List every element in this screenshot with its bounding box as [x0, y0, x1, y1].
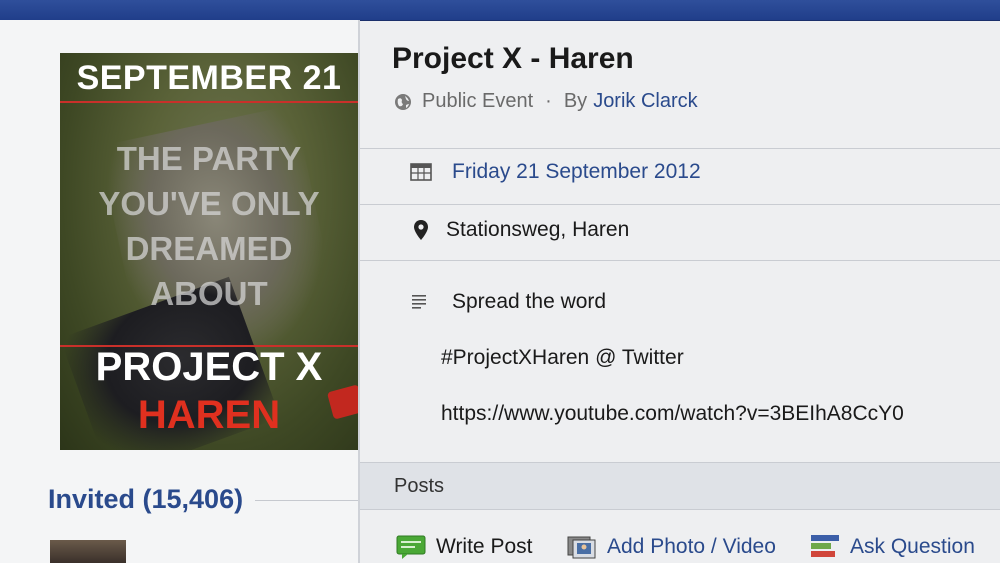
posts-header: Posts — [394, 475, 445, 497]
top-nav-bar — [0, 0, 1000, 21]
divider-2 — [360, 204, 1000, 205]
write-post-label: Write Post — [436, 535, 533, 558]
globe-icon — [395, 93, 411, 110]
event-location-row: Stationsweg, Haren — [410, 218, 629, 242]
poster-tagline-line-2: YOU'VE ONLY — [98, 185, 320, 222]
poster-subtitle: HAREN — [137, 393, 281, 437]
event-date-link[interactable]: Friday 21 September 2012 — [452, 160, 701, 184]
invitee-avatar[interactable] — [50, 540, 126, 563]
description-line-1: Spread the word — [452, 290, 607, 313]
poster-rule-top — [60, 101, 358, 103]
calendar-icon — [410, 163, 432, 181]
map-pin-icon — [414, 220, 428, 240]
event-meta: Public Event · By Jorik Clarck — [394, 90, 698, 113]
event-cover-photo[interactable]: SEPTEMBER 21 THE PARTY YOU'VE ONLY DREAM… — [60, 53, 358, 450]
event-date-row: Friday 21 September 2012 — [410, 160, 701, 184]
author-link[interactable]: Jorik Clarck — [593, 90, 697, 113]
poster-date: SEPTEMBER 21 — [76, 59, 342, 97]
poster-tagline-line-1: THE PARTY — [116, 140, 302, 177]
description-line-3[interactable]: https://www.youtube.com/watch?v=3BEIhA8C… — [441, 402, 904, 426]
write-post-button[interactable]: Write Post — [396, 534, 532, 560]
event-description-row: Spread the word — [410, 290, 606, 314]
meta-separator: · — [545, 90, 552, 112]
photo-video-icon — [567, 536, 596, 559]
divider-1 — [360, 148, 1000, 149]
poster-tagline-line-4: ABOUT — [150, 275, 268, 312]
ask-question-icon — [811, 535, 839, 557]
poster-title: PROJECT X — [95, 345, 323, 389]
ask-question-label: Ask Question — [850, 535, 975, 558]
by-label: By — [563, 90, 588, 112]
event-visibility: Public Event — [422, 90, 534, 112]
invited-divider — [255, 500, 358, 501]
poster-tagline-line-3: DREAMED — [125, 230, 293, 267]
posts-header-bar — [360, 462, 1000, 510]
event-title: Project X - Haren — [392, 42, 634, 75]
ask-question-button[interactable]: Ask Question — [810, 534, 975, 560]
description-lines-icon — [412, 295, 426, 309]
add-photo-video-button[interactable]: Add Photo / Video — [567, 534, 776, 560]
add-photo-video-label: Add Photo / Video — [607, 535, 776, 558]
invited-count-link[interactable]: Invited (15,406) — [48, 484, 243, 515]
write-post-icon — [396, 535, 426, 559]
event-location: Stationsweg, Haren — [446, 218, 630, 241]
divider-3 — [360, 260, 1000, 261]
description-line-2: #ProjectXHaren @ Twitter — [441, 346, 684, 369]
